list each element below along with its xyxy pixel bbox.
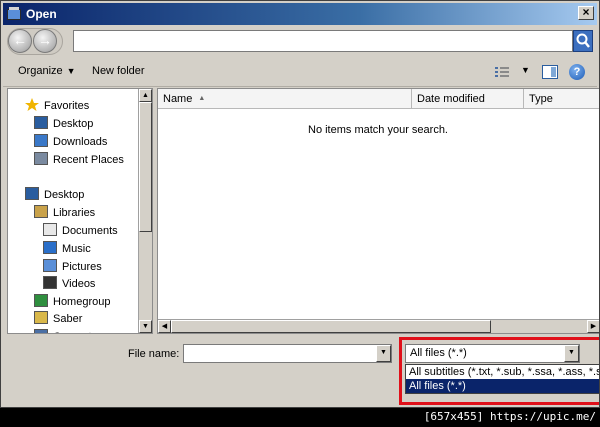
nav-item[interactable]: Music xyxy=(43,241,91,257)
nav-item[interactable]: Documents xyxy=(43,223,118,239)
scroll-down-arrow-icon[interactable]: ▼ xyxy=(139,320,152,333)
nav-item[interactable]: Libraries xyxy=(34,205,95,221)
nav-item[interactable]: Favorites xyxy=(25,98,89,114)
nav-item-label: Documents xyxy=(62,225,118,237)
nav-item-label: Downloads xyxy=(53,136,108,148)
views-dropdown-icon[interactable]: ▼ xyxy=(521,65,530,75)
navigation-pane: Favorites Desktop Downloads Recent Places De… xyxy=(7,88,153,334)
scroll-left-arrow-icon[interactable]: ◀ xyxy=(158,320,171,333)
music-icon xyxy=(43,241,57,254)
sort-arrow-icon: ▲ xyxy=(198,95,206,102)
address-bar[interactable] xyxy=(73,30,573,52)
user-folder-icon xyxy=(34,311,48,324)
nav-item-label: Saber xyxy=(53,313,83,325)
recent-places-icon xyxy=(34,152,48,165)
back-button[interactable]: ← xyxy=(8,29,32,53)
homegroup-icon xyxy=(34,294,48,307)
column-header-name[interactable]: Name ▲ xyxy=(158,89,412,109)
scroll-right-arrow-icon[interactable]: ▶ xyxy=(587,320,599,333)
nav-item[interactable]: Downloads xyxy=(34,134,107,150)
forward-button[interactable]: → xyxy=(33,29,57,53)
filename-label: File name: xyxy=(128,348,179,360)
libraries-icon xyxy=(34,205,48,218)
filename-label-text: File name: xyxy=(128,348,180,360)
window-title: Open xyxy=(26,7,57,21)
column-header-date-modified[interactable]: Date modified xyxy=(412,89,524,109)
preview-pane-icon[interactable] xyxy=(542,65,558,79)
h-scroll-thumb[interactable] xyxy=(171,320,491,333)
nav-item[interactable]: Videos xyxy=(43,276,95,292)
nav-item[interactable]: Computer xyxy=(34,329,101,333)
horizontal-scrollbar[interactable]: ◀ ▶ xyxy=(158,319,599,333)
nav-item[interactable]: Desktop xyxy=(25,187,84,203)
help-icon[interactable]: ? xyxy=(569,64,585,80)
filename-input[interactable]: ▼ xyxy=(183,344,392,363)
views-icon[interactable] xyxy=(495,66,509,78)
nav-item[interactable]: Saber xyxy=(34,311,82,327)
star-icon xyxy=(25,98,39,111)
address-row: ← → xyxy=(3,25,597,57)
desktop-icon xyxy=(34,116,48,129)
annotation-highlight-box xyxy=(399,337,599,405)
new-folder-button[interactable]: New folder xyxy=(92,65,145,77)
forward-arrow-icon: → xyxy=(38,32,52,48)
computer-icon xyxy=(34,329,48,333)
close-button[interactable]: × xyxy=(578,6,594,20)
empty-message: No items match your search. xyxy=(308,124,448,136)
nav-item-label: Favorites xyxy=(44,100,90,112)
nav-item-label: Music xyxy=(62,243,91,255)
nav-item-label: Libraries xyxy=(53,207,96,219)
nav-item[interactable]: Recent Places xyxy=(34,152,124,168)
documents-icon xyxy=(43,223,57,236)
open-dialog: Open × ← → Organize ▼ New folder ▼ ? Fav… xyxy=(0,0,600,408)
search-icon xyxy=(576,33,590,48)
nav-item[interactable]: Pictures xyxy=(43,259,102,275)
toolbar: Organize ▼ New folder ▼ ? xyxy=(3,57,597,87)
back-arrow-icon: ← xyxy=(13,32,27,48)
nav-item[interactable]: Desktop xyxy=(34,116,93,132)
nav-item-label: Desktop xyxy=(53,118,94,130)
nav-item-label: Recent Places xyxy=(53,154,124,166)
title-bar: Open × xyxy=(3,3,597,25)
scroll-up-arrow-icon[interactable]: ▲ xyxy=(139,89,152,102)
nav-item-label: Homegroup xyxy=(53,296,111,308)
videos-icon xyxy=(43,276,57,289)
scroll-thumb[interactable] xyxy=(139,102,152,232)
file-list-pane: Name ▲ Date modified Type No items match … xyxy=(157,88,599,334)
pictures-icon xyxy=(43,259,57,272)
image-caption: [657x455] https://upic.me/ xyxy=(423,410,596,423)
downloads-icon xyxy=(34,134,48,147)
nav-item-label: Computer xyxy=(53,331,101,333)
close-icon: × xyxy=(582,5,590,19)
nav-scrollbar[interactable]: ▲ ▼ xyxy=(138,89,152,333)
organize-menu[interactable]: Organize ▼ xyxy=(18,65,76,77)
column-name-label: Name xyxy=(163,93,193,105)
column-header-type[interactable]: Type xyxy=(524,89,599,109)
organize-label: Organize xyxy=(18,65,63,77)
nav-item-label: Pictures xyxy=(62,261,102,273)
nav-item-label: Desktop xyxy=(44,189,85,201)
nav-item[interactable]: Homegroup xyxy=(34,294,110,310)
filename-dropdown-icon[interactable]: ▼ xyxy=(376,345,391,362)
desktop-icon xyxy=(25,187,39,200)
nav-item-label: Videos xyxy=(62,278,96,290)
search-button[interactable] xyxy=(573,30,593,52)
app-icon xyxy=(7,7,21,20)
chevron-down-icon: ▼ xyxy=(66,66,76,76)
